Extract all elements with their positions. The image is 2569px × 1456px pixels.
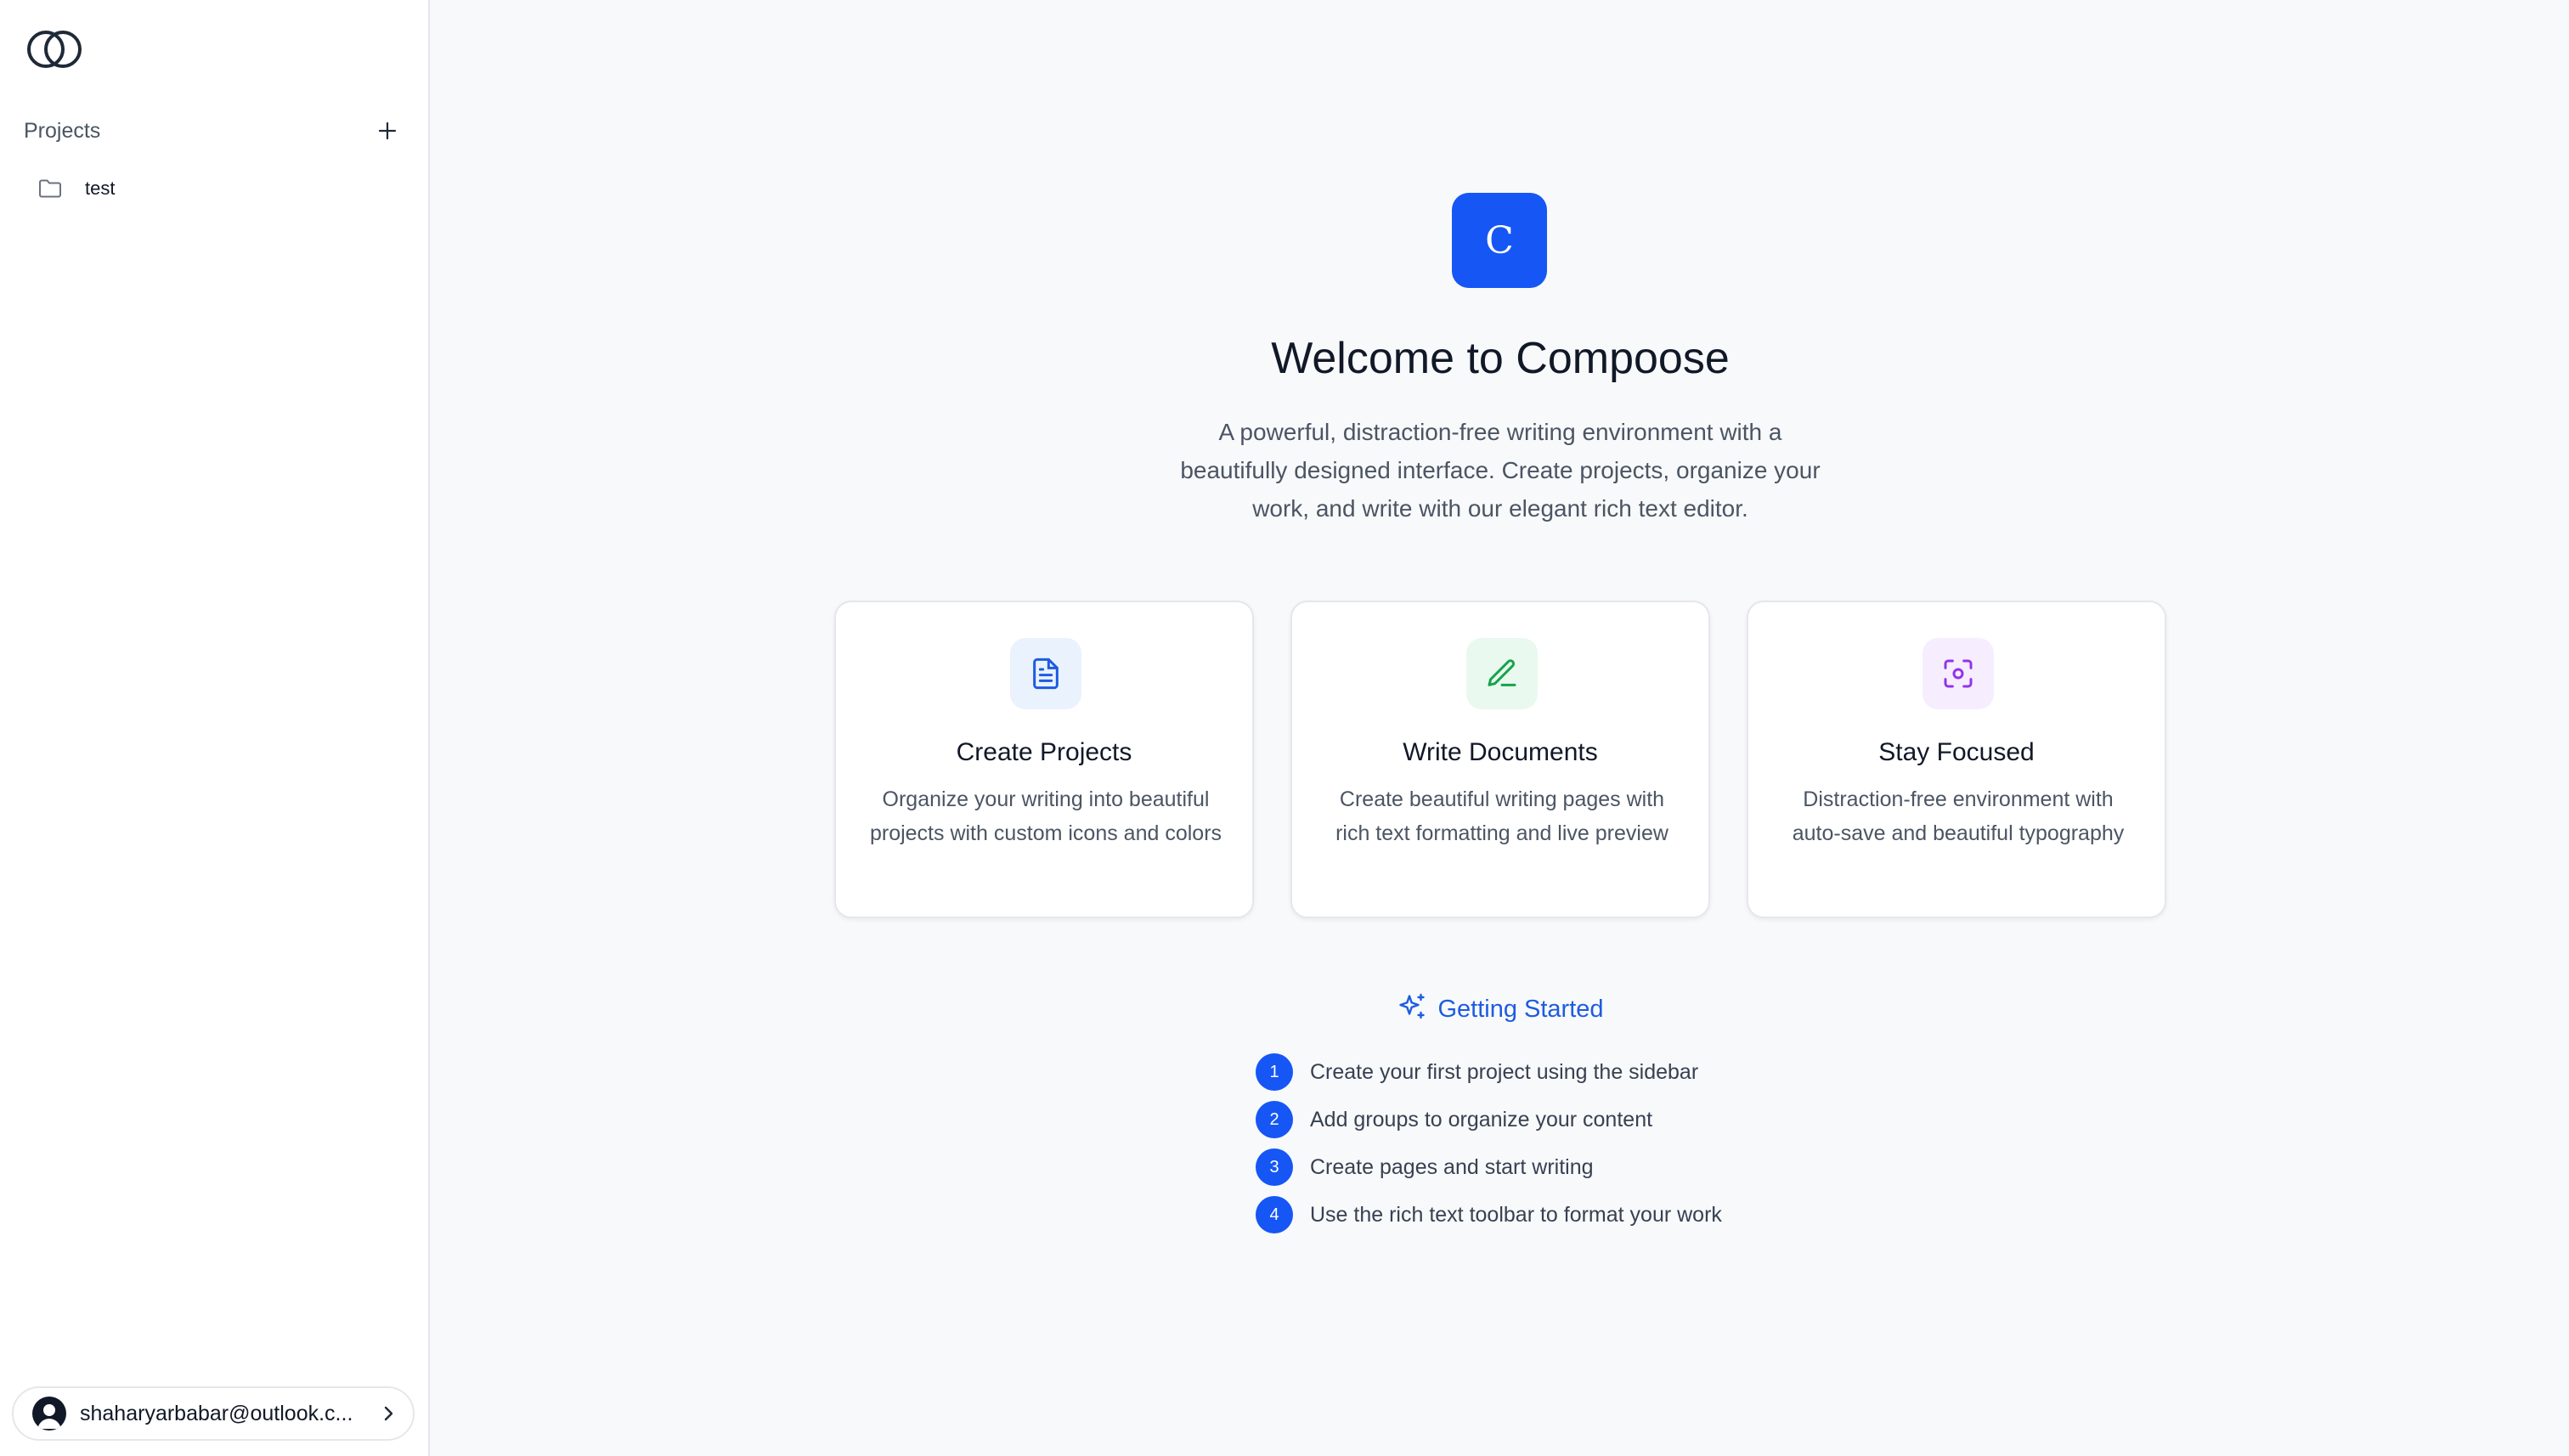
projects-label: Projects [24, 118, 101, 143]
step-number: 4 [1256, 1196, 1293, 1233]
document-icon [1010, 638, 1081, 709]
focus-icon [1923, 638, 1994, 709]
card-title: Stay Focused [1878, 738, 2035, 766]
step-text: Use the rich text toolbar to format your… [1310, 1202, 1722, 1227]
user-account-button[interactable]: shaharyarbabar@outlook.c... [12, 1386, 415, 1441]
step-text: Create pages and start writing [1310, 1154, 1594, 1179]
sidebar: Projects test shaharyarbabar@outlook.c..… [0, 0, 430, 1456]
getting-started-title: Getting Started [1437, 996, 1604, 1023]
chevron-right-icon [379, 1404, 398, 1423]
list-item: 1 Create your first project using the si… [1256, 1048, 1850, 1096]
projects-header: Projects [24, 116, 403, 146]
step-number: 2 [1256, 1101, 1293, 1138]
feature-card-create-projects: Create Projects Organize your writing in… [834, 601, 1254, 918]
pencil-icon [1466, 638, 1538, 709]
interlocking-circles-icon[interactable] [24, 29, 85, 70]
card-description: Create beautiful writing pages with rich… [1335, 787, 1668, 845]
main-content: C Welcome to Compoose A powerful, distra… [432, 0, 2569, 1456]
add-project-button[interactable] [372, 116, 403, 146]
list-item: 3 Create pages and start writing [1256, 1143, 1850, 1191]
page-title: Welcome to Compoose [1271, 334, 1730, 383]
sparkles-icon [1397, 992, 1427, 1027]
step-text: Create your first project using the side… [1310, 1059, 1699, 1084]
step-number: 3 [1256, 1148, 1293, 1186]
card-description: Organize your writing into beautiful pro… [869, 787, 1222, 845]
getting-started-header: Getting Started [432, 992, 2569, 1027]
sidebar-item-test[interactable]: test [37, 172, 411, 206]
card-title: Create Projects [956, 738, 1132, 766]
card-description: Distraction-free environment with auto-s… [1792, 787, 2125, 845]
card-title: Write Documents [1403, 738, 1598, 766]
getting-started-steps: 1 Create your first project using the si… [1256, 1048, 1850, 1239]
list-item: 2 Add groups to organize your content [1256, 1096, 1850, 1143]
project-name: test [85, 178, 116, 199]
feature-cards: Create Projects Organize your writing in… [432, 601, 2569, 918]
step-text: Add groups to organize your content [1310, 1107, 1653, 1132]
step-number: 1 [1256, 1053, 1293, 1091]
plus-icon [378, 121, 397, 140]
feature-card-stay-focused: Stay Focused Distraction-free environmen… [1747, 601, 2166, 918]
user-email: shaharyarbabar@outlook.c... [80, 1401, 353, 1425]
brand-logo: C [1452, 193, 1547, 288]
user-avatar-icon [32, 1397, 66, 1431]
folder-icon [37, 176, 63, 201]
list-item: 4 Use the rich text toolbar to format yo… [1256, 1191, 1850, 1239]
feature-card-write-documents: Write Documents Create beautiful writing… [1290, 601, 1710, 918]
page-subtitle: A powerful, distraction-free writing env… [1180, 419, 1821, 522]
